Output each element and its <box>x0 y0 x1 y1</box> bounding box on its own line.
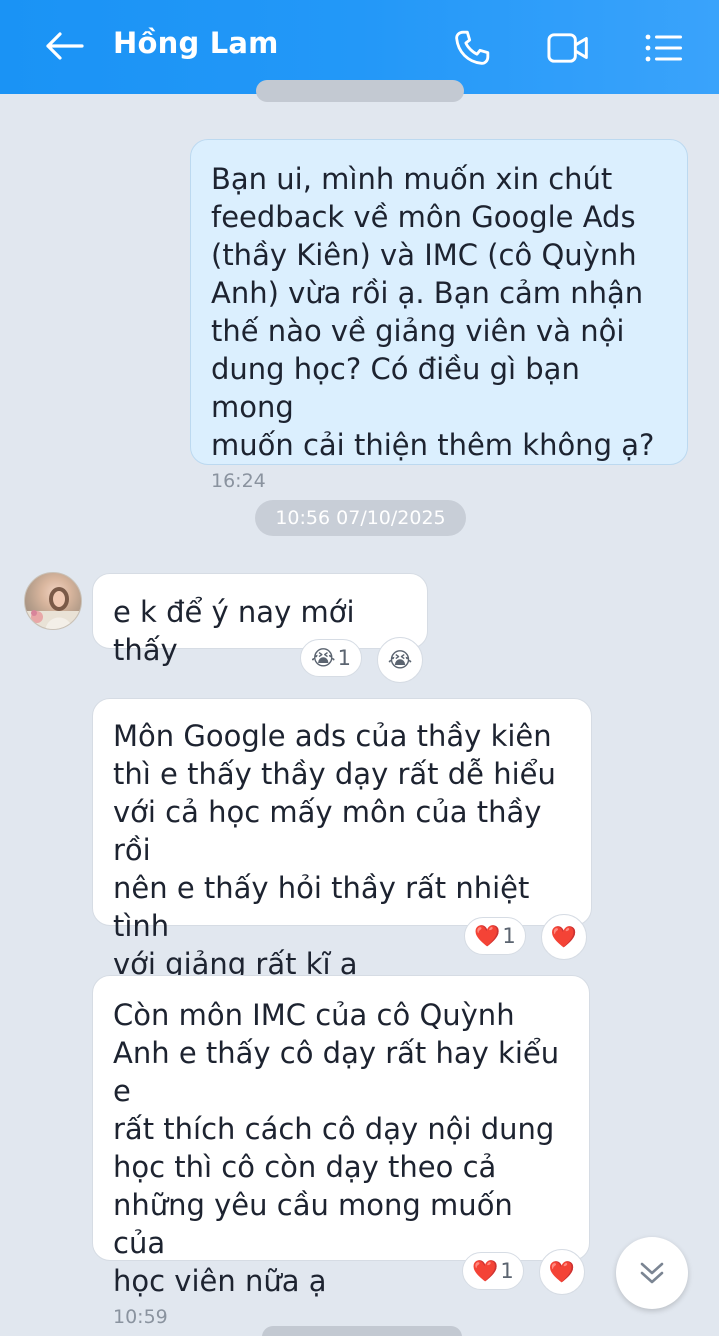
contact-name[interactable]: Hồng Lam <box>113 26 279 60</box>
phone-icon <box>455 30 490 65</box>
back-button[interactable] <box>36 22 92 70</box>
message-time: 16:24 <box>211 470 266 492</box>
reaction-count: 1 <box>502 924 516 948</box>
partially-hidden-time-pill <box>256 80 464 102</box>
add-reaction-button[interactable]: 😭 <box>377 637 423 683</box>
incoming-message-bubble[interactable]: Còn môn IMC của cô Quỳnh Anh e thấy cô d… <box>92 975 590 1328</box>
incoming-message-bubble[interactable]: e k để ý nay mới thấy <box>92 573 428 667</box>
video-call-button[interactable] <box>542 24 594 72</box>
incoming-message-bubble[interactable]: Môn Google ads của thầy kiên thì e thấy … <box>92 698 592 981</box>
reaction-summary[interactable]: ❤️ 1 <box>464 917 526 955</box>
scroll-to-bottom-button[interactable] <box>616 1237 688 1309</box>
contact-avatar[interactable] <box>24 572 82 630</box>
list-menu-icon <box>645 34 682 62</box>
reaction-summary[interactable]: ❤️ 1 <box>462 1252 524 1290</box>
reaction-count: 1 <box>500 1259 514 1283</box>
crying-emoji-icon: 😭 <box>387 648 413 672</box>
partially-hidden-time-pill <box>262 1326 462 1336</box>
heart-icon: ❤️ <box>472 1258 499 1283</box>
avatar-photo <box>25 587 81 629</box>
add-reaction-button[interactable]: ❤️ <box>539 1249 585 1295</box>
crying-emoji-icon: 😭 <box>311 646 336 670</box>
arrow-left-icon <box>46 32 84 60</box>
double-chevron-down-icon <box>640 1262 664 1284</box>
date-separator: 10:56 07/10/2025 <box>255 500 466 536</box>
options-menu-button[interactable] <box>638 24 690 72</box>
add-reaction-button[interactable]: ❤️ <box>541 914 587 960</box>
video-camera-icon <box>547 33 588 63</box>
reaction-count: 1 <box>337 646 351 670</box>
call-button[interactable] <box>448 24 496 72</box>
heart-icon: ❤️ <box>548 1259 576 1284</box>
heart-icon: ❤️ <box>550 924 578 949</box>
message-text: Bạn ui, mình muốn xin chút feedback về m… <box>211 162 655 462</box>
message-text: e k để ý nay mới thấy <box>113 595 355 667</box>
reaction-summary[interactable]: 😭 1 <box>300 639 362 677</box>
outgoing-message-bubble[interactable]: Bạn ui, mình muốn xin chút feedback về m… <box>190 139 688 492</box>
heart-icon: ❤️ <box>474 923 501 948</box>
